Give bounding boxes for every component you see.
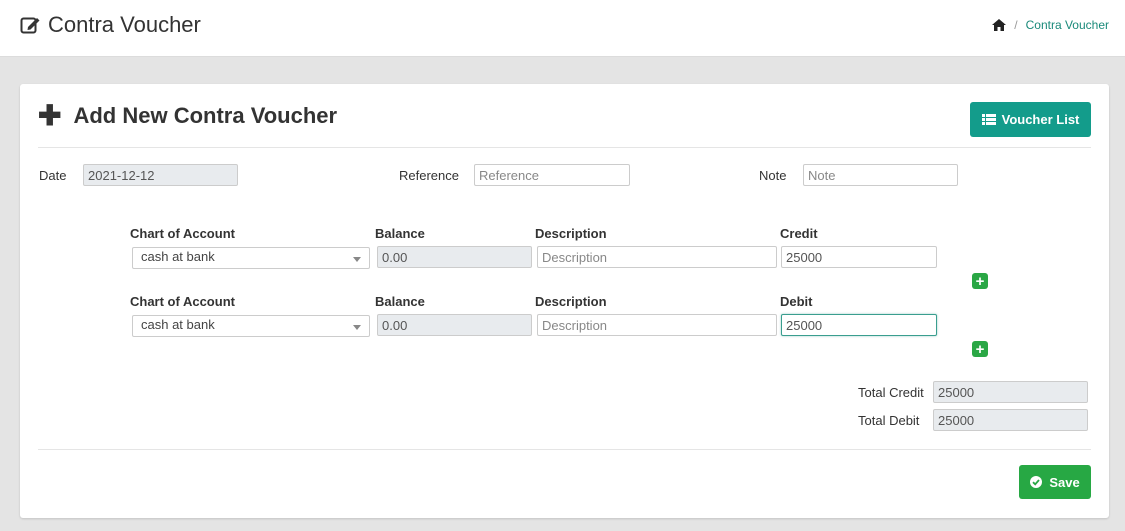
balance-label: Balance bbox=[375, 226, 425, 241]
description-label: Description bbox=[535, 226, 607, 241]
save-button[interactable]: Save bbox=[1019, 465, 1091, 499]
note-input[interactable] bbox=[803, 164, 958, 186]
description-input[interactable] bbox=[537, 246, 777, 268]
chart-of-account-label: Chart of Account bbox=[130, 294, 235, 309]
check-circle-icon bbox=[1030, 476, 1043, 488]
chart-of-account-select[interactable]: cash at bank bbox=[132, 315, 370, 337]
breadcrumb-separator: / bbox=[1014, 18, 1018, 32]
page-title: Contra Voucher bbox=[20, 12, 201, 38]
reference-label: Reference bbox=[399, 168, 459, 183]
plus-icon: ✚ bbox=[38, 100, 62, 131]
breadcrumb-current[interactable]: Contra Voucher bbox=[1026, 18, 1109, 32]
total-debit-label: Total Debit bbox=[858, 413, 920, 428]
description-input[interactable] bbox=[537, 314, 777, 336]
top-bar: Contra Voucher / Contra Voucher bbox=[0, 0, 1125, 57]
edit-icon bbox=[20, 17, 40, 34]
chart-of-account-value: cash at bank bbox=[141, 317, 215, 332]
date-field[interactable] bbox=[83, 164, 238, 186]
balance-field[interactable] bbox=[377, 314, 532, 336]
footer-divider bbox=[38, 449, 1091, 450]
credit-input[interactable] bbox=[781, 246, 937, 268]
form-title-text: Add New Contra Voucher bbox=[73, 103, 338, 128]
save-label: Save bbox=[1049, 474, 1080, 490]
total-credit-label: Total Credit bbox=[858, 385, 924, 400]
voucher-list-button[interactable]: Voucher List bbox=[970, 102, 1091, 137]
chart-of-account-value: cash at bank bbox=[141, 249, 215, 264]
form-title: ✚ Add New Contra Voucher bbox=[38, 102, 337, 130]
voucher-form-card: ✚ Add New Contra Voucher Voucher List Da… bbox=[20, 84, 1109, 518]
debit-label: Debit bbox=[780, 294, 813, 309]
reference-input[interactable] bbox=[474, 164, 630, 186]
chevron-down-icon bbox=[353, 325, 361, 330]
page-title-text: Contra Voucher bbox=[48, 12, 201, 37]
credit-label: Credit bbox=[780, 226, 818, 241]
debit-input[interactable] bbox=[781, 314, 937, 336]
voucher-list-label: Voucher List bbox=[1001, 112, 1080, 127]
date-label: Date bbox=[39, 168, 67, 183]
chevron-down-icon bbox=[353, 257, 361, 262]
description-label: Description bbox=[535, 294, 607, 309]
header-divider bbox=[38, 147, 1091, 148]
add-row-icon[interactable]: + bbox=[972, 273, 988, 289]
note-label: Note bbox=[759, 168, 787, 183]
breadcrumb: / Contra Voucher bbox=[992, 18, 1109, 32]
home-icon[interactable] bbox=[992, 19, 1007, 31]
balance-field[interactable] bbox=[377, 246, 532, 268]
total-credit-field[interactable] bbox=[933, 381, 1088, 403]
balance-label: Balance bbox=[375, 294, 425, 309]
chart-of-account-select[interactable]: cash at bank bbox=[132, 247, 370, 269]
list-icon bbox=[981, 114, 996, 125]
total-debit-field[interactable] bbox=[933, 409, 1088, 431]
chart-of-account-label: Chart of Account bbox=[130, 226, 235, 241]
add-row-icon[interactable]: + bbox=[972, 341, 988, 357]
